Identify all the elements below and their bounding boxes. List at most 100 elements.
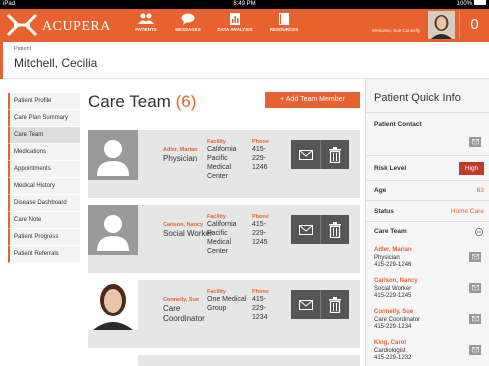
envelope-icon (298, 299, 313, 310)
message-button[interactable] (469, 283, 481, 293)
divider (366, 112, 489, 113)
envelope-icon (471, 347, 479, 353)
status-row: Status Home Care (374, 208, 484, 215)
delete-button[interactable] (320, 290, 349, 319)
sidebar-item-medications[interactable]: Medications (8, 144, 80, 161)
patient-header: Patient Mitchell, Cecilia (0, 42, 489, 79)
person-placeholder-icon (97, 140, 129, 176)
sidebar-item-care-note[interactable]: Care Note (8, 212, 80, 229)
message-button[interactable] (469, 314, 481, 324)
nav-label: RESOURCES (269, 27, 299, 32)
member-name: Adler, Marian (374, 247, 412, 253)
divider (366, 155, 489, 156)
envelope-icon (298, 149, 313, 160)
user-avatar[interactable] (428, 11, 455, 39)
member-phone: 415-229-1234 (252, 296, 268, 321)
battery-indicator: 100% (457, 0, 486, 9)
person-placeholder-icon (97, 215, 129, 251)
member-name: Carlson, Nancy (374, 278, 418, 284)
care-team-card: Carlson, Nancy Social Worker Facility Ca… (88, 205, 360, 273)
sidebar-item-patient-progress[interactable]: Patient Progress (8, 229, 80, 246)
nav-data-analysis[interactable]: DATA ANALYSIS (209, 13, 261, 32)
title-text: Care Team (88, 92, 171, 111)
nav-label: PATIENTS (135, 27, 157, 32)
sidebar-nav: Patient Profile Care Plan Summary Care T… (8, 93, 80, 263)
sidebar-item-appointments[interactable]: Appointments (8, 161, 80, 178)
member-phone: 415-229-1232 (374, 355, 412, 361)
envelope-icon (471, 254, 479, 260)
battery-icon (474, 0, 486, 5)
message-button[interactable] (291, 215, 320, 244)
accent-bar (0, 42, 3, 79)
member-role: Cardiologist (374, 347, 406, 354)
avatar (88, 280, 138, 330)
sidebar-item-care-team[interactable]: Care Team (8, 127, 80, 144)
member-facility: One Medical Group (207, 296, 247, 312)
member-role: Social Worker (374, 285, 412, 292)
risk-level-badge: High (459, 162, 484, 175)
status-value: Home Care (450, 208, 484, 215)
avatar (88, 205, 138, 255)
sidebar-item-patient-referrals[interactable]: Patient Referrals (8, 246, 80, 263)
envelope-icon (471, 285, 479, 291)
divider (366, 200, 489, 201)
message-button[interactable] (469, 345, 481, 355)
member-phone: 415-229-1234 (374, 324, 412, 330)
sidebar-item-patient-profile[interactable]: Patient Profile (8, 93, 80, 110)
notification-count[interactable]: 0 (459, 11, 489, 39)
divider (366, 180, 489, 181)
user-photo-icon (428, 11, 455, 39)
chat-icon (181, 13, 195, 25)
member-role: Physician (374, 254, 400, 261)
age-label: Age (374, 187, 387, 194)
patient-quick-info-panel: Patient Quick Info Patient Contact Risk … (365, 79, 489, 366)
age-value: 63 (476, 187, 484, 194)
ios-status-bar: iPad 8:49 PM 100% (0, 0, 489, 9)
care-team-list-item: Carlson, Nancy Social Worker 415-229-124… (374, 278, 464, 301)
page-title: Care Team (6) (88, 92, 196, 112)
avatar (88, 130, 138, 180)
member-phone: 415-229-1245 (252, 221, 268, 246)
battery-label: 100% (456, 1, 472, 7)
message-button[interactable] (291, 290, 320, 319)
member-name: Carlson, Nancy (163, 222, 204, 228)
clock: 8:49 PM (233, 1, 256, 7)
care-team-list-item: Connelly, Sue Care Coordinator 415-229-1… (374, 309, 464, 332)
nav-label: DATA ANALYSIS (217, 27, 253, 32)
book-icon (279, 13, 289, 25)
sidebar-item-medical-history[interactable]: Medical History (8, 178, 80, 195)
add-team-member-button[interactable]: + Add Team Member (265, 92, 360, 108)
member-facility: California Pacific Medical Center (207, 146, 237, 180)
nav-resources[interactable]: RESOURCES (258, 13, 310, 32)
nav-messages[interactable]: MESSAGES (162, 13, 214, 32)
brand-name: ACUPERA (42, 19, 111, 34)
envelope-icon (298, 224, 313, 235)
member-photo-icon (88, 280, 138, 330)
member-role: Care Coordinator (374, 316, 421, 323)
sidebar-item-care-plan-summary[interactable]: Care Plan Summary (8, 110, 80, 127)
member-facility: California Pacific Medical Center (207, 221, 237, 255)
panel-title: Patient Quick Info (374, 92, 461, 104)
delete-button[interactable] (320, 215, 349, 244)
member-phone: 415-229-1246 (252, 146, 268, 171)
chart-icon (230, 13, 240, 25)
care-team-list-item: King, Carol Cardiologist 415-229-1232 (374, 340, 464, 363)
member-phone: 415-229-1246 (374, 262, 412, 268)
collapse-icon[interactable] (475, 228, 483, 236)
care-team-label: Care Team (374, 228, 407, 235)
message-button[interactable] (291, 140, 320, 169)
sidebar-item-disease-dashboard[interactable]: Disease Dashboard (8, 195, 80, 212)
divider (366, 221, 489, 222)
contact-message-button[interactable] (469, 137, 481, 147)
avatar (88, 355, 138, 366)
acupera-logo-icon (6, 13, 38, 37)
message-button[interactable] (469, 252, 481, 262)
member-name: King, Carol (374, 340, 407, 346)
welcome-text: Welcome, Sue Connelly (372, 28, 420, 33)
app-header: ACUPERA PATIENTS MESSAGES DATA ANALYSIS … (0, 9, 489, 42)
care-team-list-item: Adler, Marian Physician 415-229-1246 (374, 247, 464, 270)
nav-label: MESSAGES (175, 27, 201, 32)
member-name: Connelly, Sue (163, 297, 199, 303)
delete-button[interactable] (320, 140, 349, 169)
member-name: Connelly, Sue (374, 309, 414, 315)
